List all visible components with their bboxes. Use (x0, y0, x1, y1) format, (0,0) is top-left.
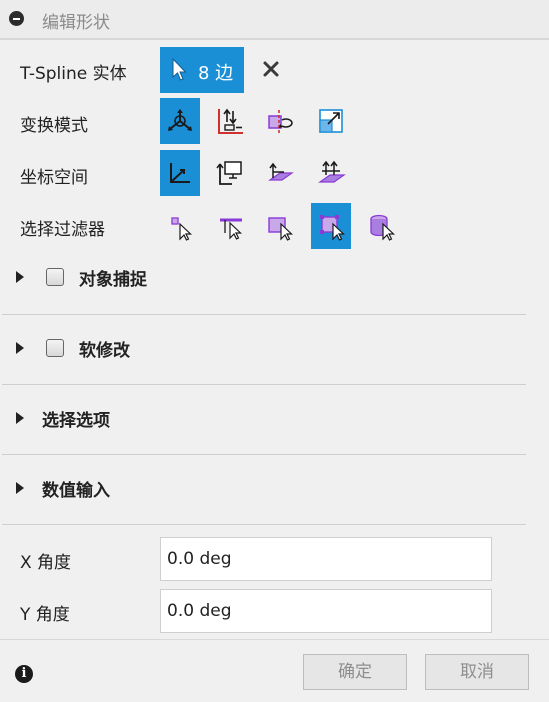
body-filter-icon[interactable] (361, 203, 401, 249)
world-space-icon[interactable] (160, 150, 200, 196)
selection-options-title: 选择选项 (42, 411, 110, 431)
selection-options-section[interactable]: 选择选项 (0, 385, 549, 455)
panel-header[interactable]: 编辑形状 (0, 0, 549, 40)
object-snap-checkbox[interactable] (46, 268, 64, 286)
close-icon[interactable] (260, 58, 282, 80)
soft-modification-checkbox[interactable] (46, 339, 64, 357)
coordinate-space-label: 坐标空间 (20, 168, 88, 188)
face-filter-icon[interactable] (259, 203, 299, 249)
section-divider (2, 524, 526, 525)
expand-arrow-icon[interactable] (16, 412, 24, 424)
scale-icon[interactable] (311, 98, 351, 144)
expand-arrow-icon[interactable] (16, 482, 24, 494)
x-angle-label: X 角度 (20, 553, 72, 573)
all-filter-icon[interactable] (311, 203, 351, 249)
tspline-body-label: T-Spline 实体 (20, 64, 127, 84)
object-snap-title: 对象捕捉 (79, 270, 147, 290)
expand-arrow-icon[interactable] (16, 271, 24, 283)
translate-axes-icon[interactable] (210, 98, 250, 144)
selection-count: 8 边 (198, 63, 234, 84)
view-space-icon[interactable] (210, 150, 250, 196)
multi-transform-icon[interactable] (160, 98, 200, 144)
info-icon[interactable]: i (15, 665, 33, 683)
numeric-input-title: 数值输入 (42, 481, 110, 501)
selection-filter-label: 选择过滤器 (20, 220, 105, 240)
parent-space-icon[interactable] (311, 150, 351, 196)
object-snap-section[interactable]: 对象捕捉 (0, 244, 549, 314)
cancel-button[interactable]: 取消 (425, 654, 529, 690)
panel-title: 编辑形状 (42, 13, 110, 33)
cursor-icon (172, 58, 187, 81)
rotate-icon[interactable] (259, 98, 299, 144)
soft-modification-section[interactable]: 软修改 (0, 315, 549, 385)
y-angle-input[interactable] (160, 589, 492, 633)
local-space-icon[interactable] (259, 150, 299, 196)
expand-arrow-icon[interactable] (16, 342, 24, 354)
edit-form-panel: 编辑形状 T-Spline 实体 8 边 变换模式 坐标空间 选择过滤器 对象捕… (0, 0, 549, 702)
soft-modification-title: 软修改 (79, 341, 130, 361)
vertex-filter-icon[interactable] (160, 203, 200, 249)
edge-filter-icon[interactable] (210, 203, 250, 249)
numeric-input-section[interactable]: 数值输入 (0, 455, 549, 525)
transform-mode-label: 变换模式 (20, 116, 88, 136)
tspline-selection-button[interactable]: 8 边 (160, 47, 244, 93)
panel-footer: i 确定 取消 (0, 639, 549, 702)
ok-button[interactable]: 确定 (303, 654, 407, 690)
minus-circle-icon[interactable] (9, 11, 24, 26)
x-angle-input[interactable] (160, 537, 492, 581)
y-angle-label: Y 角度 (20, 605, 70, 625)
